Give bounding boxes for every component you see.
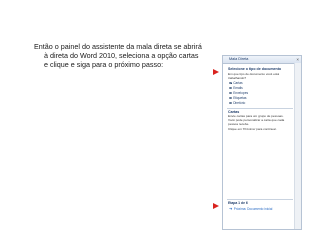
radio-option-diretorio[interactable]: Diretório — [229, 101, 245, 105]
red-pointer-arrow-icon — [213, 203, 219, 209]
pane-scrollbar[interactable] — [294, 63, 301, 229]
radio-icon[interactable] — [229, 96, 232, 100]
radio-option-emails[interactable]: Emails — [229, 86, 243, 90]
radio-option-cartas[interactable]: Cartas — [229, 81, 243, 85]
radio-label: Cartas — [233, 81, 243, 85]
slide-text-line-1: Então o painel do assistente da mala dir… — [34, 42, 202, 51]
step-label: Etapa 1 de 6 — [228, 201, 248, 205]
pane-header: Mala Direta × — [223, 56, 301, 64]
radio-label: Envelopes — [233, 91, 249, 95]
radio-icon[interactable] — [229, 91, 232, 95]
arrow-right-icon: ➜ — [229, 207, 233, 211]
radio-selected-icon[interactable] — [229, 81, 232, 85]
slide-text-line-3: e clique e siga para o próximo passo: — [44, 60, 164, 69]
cartas-description: Envie cartas para um grupo de pessoas. V… — [228, 114, 285, 126]
mail-merge-task-pane: Mala Direta × Selecione o tipo de docume… — [222, 55, 302, 230]
red-pointer-arrow-icon — [213, 69, 219, 75]
slide-text-line-2: à direta do Word 2010, seleciona a opção… — [44, 51, 199, 60]
radio-option-etiquetas[interactable]: Etiquetas — [229, 96, 246, 100]
doc-type-question: Em que tipo de documento você está traba… — [228, 72, 280, 80]
doc-type-section-title: Selecione o tipo de documento — [228, 67, 282, 71]
radio-icon[interactable] — [229, 101, 232, 105]
next-step-link[interactable]: ➜ Próxima: Documento inicial — [229, 207, 272, 211]
step-divider — [227, 199, 293, 200]
radio-icon[interactable] — [229, 86, 232, 90]
section-divider — [227, 108, 293, 109]
close-icon[interactable]: × — [296, 56, 299, 63]
radio-label: Etiquetas — [233, 96, 247, 100]
slide-instruction-text: Então o painel do assistente da mala dir… — [34, 42, 206, 69]
cartas-instruction: Clique em 'Próxima' para continuar. — [228, 127, 277, 131]
pane-title: Mala Direta — [229, 56, 249, 61]
radio-label: Diretório — [233, 101, 246, 105]
radio-option-envelopes[interactable]: Envelopes — [229, 91, 248, 95]
radio-label: Emails — [233, 86, 243, 90]
pane-body: Selecione o tipo de documento Em que tip… — [223, 64, 301, 229]
next-step-label: Próxima: Documento inicial — [233, 207, 273, 211]
